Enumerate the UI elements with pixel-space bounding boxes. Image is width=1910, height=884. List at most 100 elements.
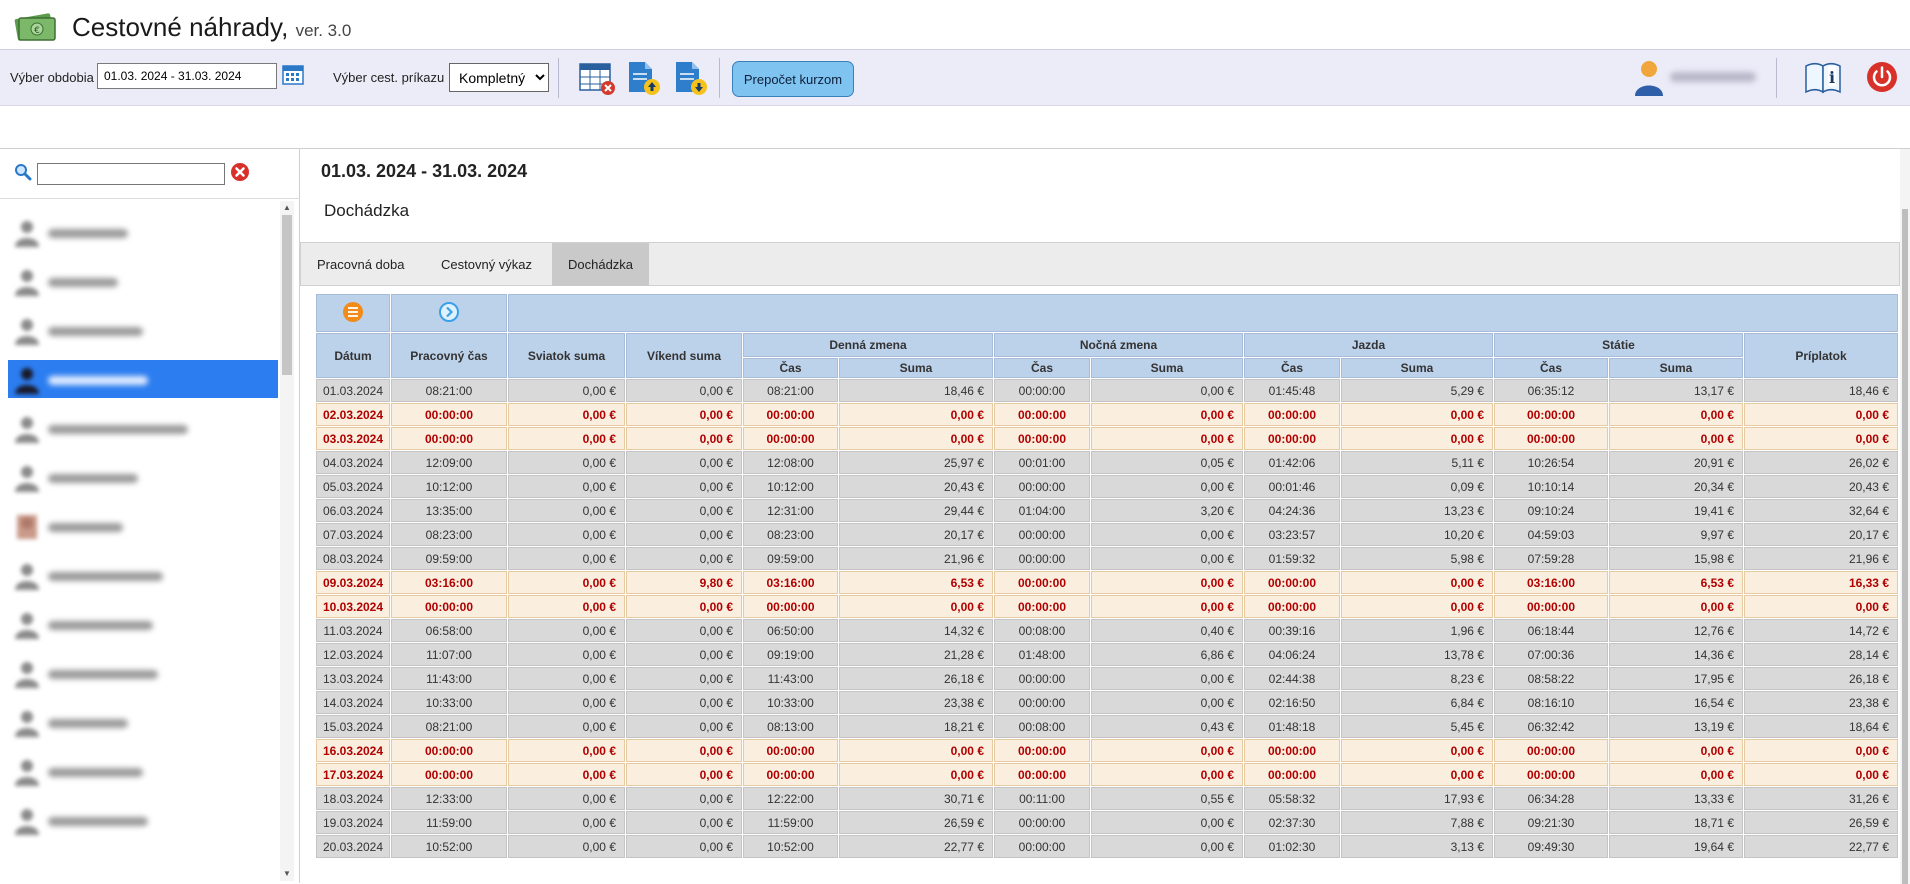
table-row[interactable]: 01.03.2024 08:21:00 0,00 €0,00 €08:21:00 18… bbox=[316, 379, 1898, 402]
employee-item[interactable] bbox=[8, 605, 278, 643]
table-cell: 00:00:00 bbox=[743, 427, 838, 450]
table-row[interactable]: 05.03.2024 10:12:00 0,00 €0,00 €10:12:00 20… bbox=[316, 475, 1898, 498]
avatar bbox=[15, 809, 39, 835]
table-cell: 00:00:00 bbox=[1244, 403, 1340, 426]
table-cell: 0,43 € bbox=[1091, 715, 1243, 738]
table-row[interactable]: 04.03.2024 12:09:00 0,00 €0,00 €12:08:00 25… bbox=[316, 451, 1898, 474]
table-cell: 28,14 € bbox=[1744, 643, 1898, 666]
table-cell: 00:00:00 bbox=[994, 523, 1090, 546]
table-toolbar-cell bbox=[316, 294, 390, 332]
table-cell: 00:00:00 bbox=[994, 547, 1090, 570]
table-cell: 0,00 € bbox=[1744, 763, 1898, 786]
table-delete-icon[interactable] bbox=[578, 60, 616, 96]
tab-cestovny-vykaz[interactable]: Cestovný výkaz bbox=[425, 243, 548, 286]
table-cell: 6,53 € bbox=[1609, 571, 1743, 594]
tab-dochadzka[interactable]: Dochádzka bbox=[552, 243, 650, 286]
table-row[interactable]: 15.03.2024 08:21:00 0,00 €0,00 €08:13:00 18… bbox=[316, 715, 1898, 738]
employee-item[interactable] bbox=[8, 654, 278, 692]
table-row[interactable]: 16.03.2024 00:00:00 0,00 €0,00 €00:00:00 0,… bbox=[316, 739, 1898, 762]
table-cell: 00:00:00 bbox=[743, 763, 838, 786]
order-select[interactable]: Kompletný bbox=[449, 63, 549, 92]
employee-item[interactable] bbox=[8, 752, 278, 790]
table-row[interactable]: 11.03.2024 06:58:00 0,00 €0,00 €06:50:00 14… bbox=[316, 619, 1898, 642]
tab-pracovna-doba[interactable]: Pracovná doba bbox=[301, 243, 420, 286]
table-row[interactable]: 08.03.2024 09:59:00 0,00 €0,00 €09:59:00 21… bbox=[316, 547, 1898, 570]
clear-icon[interactable] bbox=[230, 162, 250, 182]
table-cell: 0,00 € bbox=[626, 427, 742, 450]
table-row[interactable]: 18.03.2024 12:33:00 0,00 €0,00 €12:22:00 30… bbox=[316, 787, 1898, 810]
table-cell: 12:31:00 bbox=[743, 499, 838, 522]
col-header-cas: Čas bbox=[743, 358, 838, 378]
scroll-down-icon[interactable]: ▼ bbox=[282, 869, 292, 879]
table-cell: 00:00:00 bbox=[1494, 739, 1608, 762]
employee-item[interactable] bbox=[8, 801, 278, 839]
table-row[interactable]: 10.03.2024 00:00:00 0,00 €0,00 €00:00:00 0,… bbox=[316, 595, 1898, 618]
table-row[interactable]: 14.03.2024 10:33:00 0,00 €0,00 €10:33:00 23… bbox=[316, 691, 1898, 714]
table-cell: 00:08:00 bbox=[994, 715, 1090, 738]
manual-icon[interactable]: i bbox=[1804, 60, 1842, 96]
table-row[interactable]: 02.03.2024 00:00:00 0,00 €0,00 €00:00:00 0,… bbox=[316, 403, 1898, 426]
employee-item[interactable] bbox=[8, 458, 278, 496]
sidebar-scroll-thumb[interactable] bbox=[282, 215, 292, 375]
next-icon[interactable] bbox=[438, 301, 460, 323]
table-cell: 0,00 € bbox=[1091, 403, 1243, 426]
employee-sidebar: ▲ ▼ bbox=[0, 148, 300, 883]
employee-item-selected[interactable] bbox=[8, 360, 278, 398]
table-cell: 0,00 € bbox=[839, 739, 993, 762]
table-cell: 0,00 € bbox=[626, 643, 742, 666]
table-cell: 13,23 € bbox=[1341, 499, 1493, 522]
table-row[interactable]: 17.03.2024 00:00:00 0,00 €0,00 €00:00:00 0,… bbox=[316, 763, 1898, 786]
period-input[interactable] bbox=[97, 63, 277, 89]
table-cell: 12:09:00 bbox=[391, 451, 507, 474]
scroll-up-icon[interactable]: ▲ bbox=[282, 203, 292, 213]
table-cell: 02:16:50 bbox=[1244, 691, 1340, 714]
period-title: 01.03. 2024 - 31.03. 2024 bbox=[321, 161, 528, 181]
search-icon bbox=[15, 164, 32, 181]
table-row[interactable]: 06.03.2024 13:35:00 0,00 €0,00 €12:31:00 29… bbox=[316, 499, 1898, 522]
file-download-icon[interactable] bbox=[672, 60, 710, 96]
table-cell: 01:42:06 bbox=[1244, 451, 1340, 474]
table-row[interactable]: 20.03.2024 10:52:00 0,00 €0,00 €10:52:00 22… bbox=[316, 835, 1898, 858]
table-cell: 04:59:03 bbox=[1494, 523, 1608, 546]
list-icon[interactable] bbox=[342, 301, 364, 323]
main-scroll-thumb[interactable] bbox=[1902, 209, 1908, 884]
employee-name bbox=[48, 670, 158, 679]
sidebar-scrollbar[interactable]: ▲ ▼ bbox=[280, 201, 294, 881]
table-cell: 0,00 € bbox=[1609, 427, 1743, 450]
app-title-text: Cestovné náhrady, bbox=[72, 12, 289, 42]
employee-item[interactable] bbox=[8, 703, 278, 741]
table-cell: 13.03.2024 bbox=[316, 667, 390, 690]
table-cell: 00:00:00 bbox=[994, 595, 1090, 618]
employee-item[interactable] bbox=[8, 507, 278, 545]
search-input[interactable] bbox=[37, 163, 225, 185]
employee-item[interactable] bbox=[8, 409, 278, 447]
employee-item[interactable] bbox=[8, 556, 278, 594]
power-icon[interactable] bbox=[1866, 61, 1898, 93]
table-cell: 0,00 € bbox=[508, 523, 625, 546]
table-row[interactable]: 09.03.2024 03:16:00 0,00 €9,80 €03:16:00 6,… bbox=[316, 571, 1898, 594]
employee-item[interactable] bbox=[8, 311, 278, 349]
table-row[interactable]: 07.03.2024 08:23:00 0,00 €0,00 €08:23:00 20… bbox=[316, 523, 1898, 546]
table-cell: 20,17 € bbox=[839, 523, 993, 546]
user-name bbox=[1670, 72, 1756, 82]
table-cell: 0,00 € bbox=[1091, 523, 1243, 546]
main-scrollbar[interactable] bbox=[1900, 149, 1910, 884]
table-row[interactable]: 03.03.2024 00:00:00 0,00 €0,00 €00:00:00 0,… bbox=[316, 427, 1898, 450]
user-icon[interactable] bbox=[1632, 58, 1666, 98]
table-cell: 0,00 € bbox=[1091, 691, 1243, 714]
table-row[interactable]: 13.03.2024 11:43:00 0,00 €0,00 €11:43:00 26… bbox=[316, 667, 1898, 690]
period-label: Výber obdobia bbox=[10, 70, 94, 85]
employee-item[interactable] bbox=[8, 262, 278, 300]
calendar-icon[interactable] bbox=[282, 63, 304, 85]
col-header-suma: Suma bbox=[839, 358, 993, 378]
employee-item[interactable] bbox=[8, 213, 278, 251]
file-upload-icon[interactable] bbox=[625, 60, 663, 96]
rate-recalc-button[interactable]: Prepočet kurzom bbox=[732, 61, 854, 97]
search-row bbox=[0, 149, 300, 199]
table-cell: 12:08:00 bbox=[743, 451, 838, 474]
table-row[interactable]: 12.03.2024 11:07:00 0,00 €0,00 €09:19:00 21… bbox=[316, 643, 1898, 666]
table-cell: 08:58:22 bbox=[1494, 667, 1608, 690]
table-cell: 0,00 € bbox=[839, 763, 993, 786]
table-row[interactable]: 19.03.2024 11:59:00 0,00 €0,00 €11:59:00 26… bbox=[316, 811, 1898, 834]
table-cell: 09:49:30 bbox=[1494, 835, 1608, 858]
